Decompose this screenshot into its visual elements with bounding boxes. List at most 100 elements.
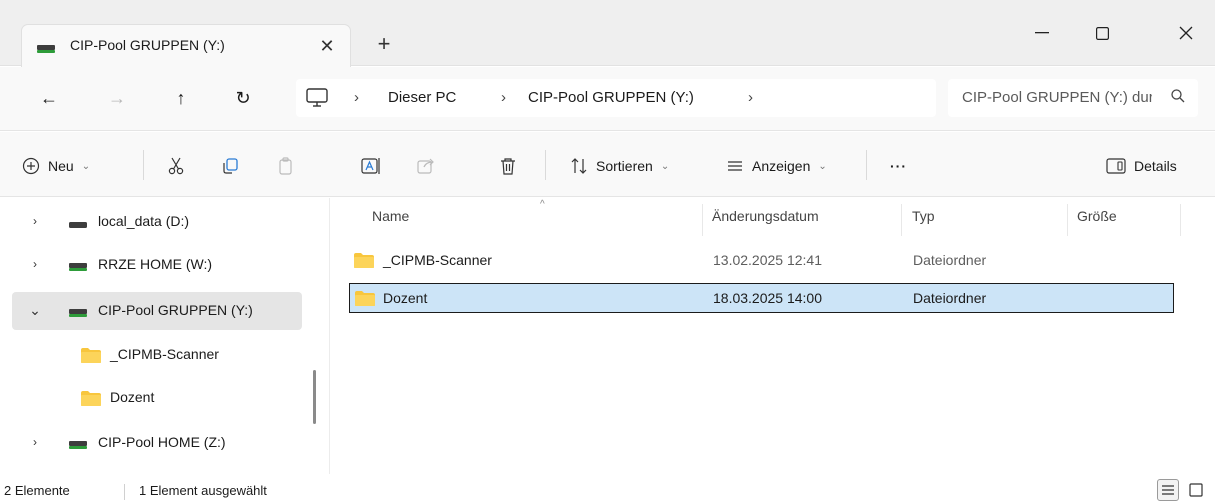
chevron-right-icon[interactable]: › xyxy=(28,435,42,449)
chevron-down-icon: ⌄ xyxy=(660,160,670,172)
chevron-right-icon[interactable]: › xyxy=(28,257,42,271)
sort-button[interactable]: Sortieren ⌄ xyxy=(570,152,669,180)
column-header-name[interactable]: Name xyxy=(372,208,409,224)
file-name: Dozent xyxy=(383,290,428,306)
chevron-right-icon[interactable]: › xyxy=(28,214,42,228)
up-button[interactable]: ↑ xyxy=(164,81,198,115)
table-row[interactable]: _CIPMB-Scanner 13.02.2025 12:41 Dateiord… xyxy=(349,246,1174,276)
search-input[interactable]: CIP-Pool GRUPPEN (Y:) durchsuchen xyxy=(962,89,1152,106)
folder-icon xyxy=(353,252,375,272)
sort-ascending-indicator: ^ xyxy=(540,199,545,210)
breadcrumb[interactable]: › Dieser PC › CIP-Pool GRUPPEN (Y:) › xyxy=(296,79,936,117)
command-separator xyxy=(143,150,144,180)
file-type: Dateiordner xyxy=(913,290,987,306)
breadcrumb-separator: › xyxy=(501,89,506,106)
share-button[interactable] xyxy=(416,152,436,180)
file-list: ^ Name Änderungsdatum Typ Größe _CIPMB-S… xyxy=(330,198,1215,474)
tab-title: CIP-Pool GRUPPEN (Y:) xyxy=(70,37,225,53)
nav-pane-scrollbar[interactable] xyxy=(313,370,316,424)
command-separator xyxy=(866,150,867,180)
list-view-icon xyxy=(1162,485,1174,495)
copy-button[interactable] xyxy=(220,152,240,180)
delete-button[interactable] xyxy=(498,152,518,180)
sidebar-item-label: _CIPMB-Scanner xyxy=(110,346,219,362)
maximize-button[interactable] xyxy=(1082,18,1122,48)
column-header-date[interactable]: Änderungsdatum xyxy=(712,208,819,224)
sidebar-item-cip-pool-home[interactable]: › CIP-Pool HOME (Z:) xyxy=(12,424,302,462)
paste-button[interactable] xyxy=(276,152,296,180)
sidebar-item-label: CIP-Pool HOME (Z:) xyxy=(98,434,226,450)
sidebar-item-cipmb-scanner[interactable]: _CIPMB-Scanner xyxy=(12,336,302,374)
plus-circle-icon xyxy=(22,157,40,175)
status-bar: 2 Elemente 1 Element ausgewählt xyxy=(0,474,1215,504)
status-separator xyxy=(124,484,125,500)
table-row-selected[interactable]: Dozent 18.03.2025 14:00 Dateiordner xyxy=(349,283,1174,313)
column-divider[interactable] xyxy=(702,204,703,236)
trash-icon xyxy=(501,158,515,175)
details-pane-label: Details xyxy=(1134,158,1177,174)
tab-strip: CIP-Pool GRUPPEN (Y:) ✕ + xyxy=(0,0,1215,67)
sidebar-item-dozent[interactable]: Dozent xyxy=(12,379,302,417)
refresh-button[interactable]: ↻ xyxy=(226,81,260,115)
sidebar-item-label: Dozent xyxy=(110,389,155,405)
more-options-button[interactable]: ··· xyxy=(890,152,907,180)
tiles-view-button[interactable] xyxy=(1185,479,1207,501)
tab-active[interactable]: CIP-Pool GRUPPEN (Y:) ✕ xyxy=(21,24,351,67)
clipboard-icon xyxy=(279,157,292,175)
item-count: 2 Elemente xyxy=(4,483,70,498)
column-divider[interactable] xyxy=(901,204,902,236)
file-date: 13.02.2025 12:41 xyxy=(713,252,822,268)
file-date: 18.03.2025 14:00 xyxy=(713,290,822,306)
back-button[interactable]: ← xyxy=(32,81,66,115)
column-divider[interactable] xyxy=(1067,204,1068,236)
details-view-button[interactable] xyxy=(1157,479,1179,501)
new-tab-button[interactable]: + xyxy=(370,30,398,58)
new-button[interactable]: Neu ⌄ xyxy=(22,152,90,180)
sidebar-item-label: RRZE HOME (W:) xyxy=(98,256,213,272)
rename-icon xyxy=(361,158,380,174)
copy-icon xyxy=(223,158,238,174)
breadcrumb-expand-chevron[interactable]: › xyxy=(748,89,753,106)
details-pane-button[interactable]: Details xyxy=(1106,152,1177,180)
new-button-label: Neu xyxy=(48,158,74,174)
folder-icon xyxy=(80,347,102,367)
column-header-type[interactable]: Typ xyxy=(912,208,935,224)
sidebar-item-label: CIP-Pool GRUPPEN (Y:) xyxy=(98,302,253,318)
selection-count: 1 Element ausgewählt xyxy=(139,483,267,498)
forward-button[interactable]: → xyxy=(100,81,134,115)
network-drive-icon xyxy=(68,305,88,321)
details-pane-icon xyxy=(1106,158,1126,174)
network-drive-icon xyxy=(68,437,88,453)
sidebar-item-rrze-home[interactable]: › RRZE HOME (W:) xyxy=(12,246,302,284)
folder-icon xyxy=(354,290,376,310)
folder-icon xyxy=(80,390,102,410)
network-drive-icon xyxy=(36,41,56,57)
close-window-button[interactable] xyxy=(1166,18,1206,48)
breadcrumb-item-this-pc[interactable]: Dieser PC xyxy=(388,89,456,106)
chevron-down-icon[interactable]: ⌄ xyxy=(28,302,42,318)
breadcrumb-item-drive[interactable]: CIP-Pool GRUPPEN (Y:) xyxy=(528,89,694,106)
cut-button[interactable] xyxy=(166,152,186,180)
view-button[interactable]: Anzeigen ⌄ xyxy=(726,152,827,180)
drive-icon xyxy=(68,216,88,232)
file-name: _CIPMB-Scanner xyxy=(383,252,492,268)
address-bar-row: ← → ↑ ↻ › Dieser PC › CIP-Pool GRUPPEN (… xyxy=(0,67,1215,131)
navigation-pane: › local_data (D:) › RRZE HOME (W:) ⌄ CIP… xyxy=(0,198,330,474)
column-header-size[interactable]: Größe xyxy=(1077,208,1117,224)
search-box[interactable]: CIP-Pool GRUPPEN (Y:) durchsuchen xyxy=(948,79,1198,117)
command-bar: Neu ⌄ Sortieren ⌄ Anzeigen ⌄ ··· Details xyxy=(0,132,1215,197)
breadcrumb-separator: › xyxy=(354,89,359,106)
chevron-down-icon: ⌄ xyxy=(818,160,827,172)
tiles-view-icon xyxy=(1189,483,1203,497)
sidebar-item-local-data[interactable]: › local_data (D:) xyxy=(12,203,302,241)
share-icon xyxy=(417,158,434,174)
column-divider[interactable] xyxy=(1180,204,1181,236)
tab-close-icon[interactable]: ✕ xyxy=(314,33,340,59)
sidebar-item-label: local_data (D:) xyxy=(98,213,190,229)
rename-button[interactable] xyxy=(360,152,382,180)
monitor-icon xyxy=(306,88,328,111)
sidebar-item-cip-pool-gruppen[interactable]: ⌄ CIP-Pool GRUPPEN (Y:) xyxy=(12,292,302,330)
search-icon[interactable] xyxy=(1170,88,1186,107)
sort-arrows-icon xyxy=(571,158,587,174)
minimize-button[interactable] xyxy=(1022,18,1062,48)
